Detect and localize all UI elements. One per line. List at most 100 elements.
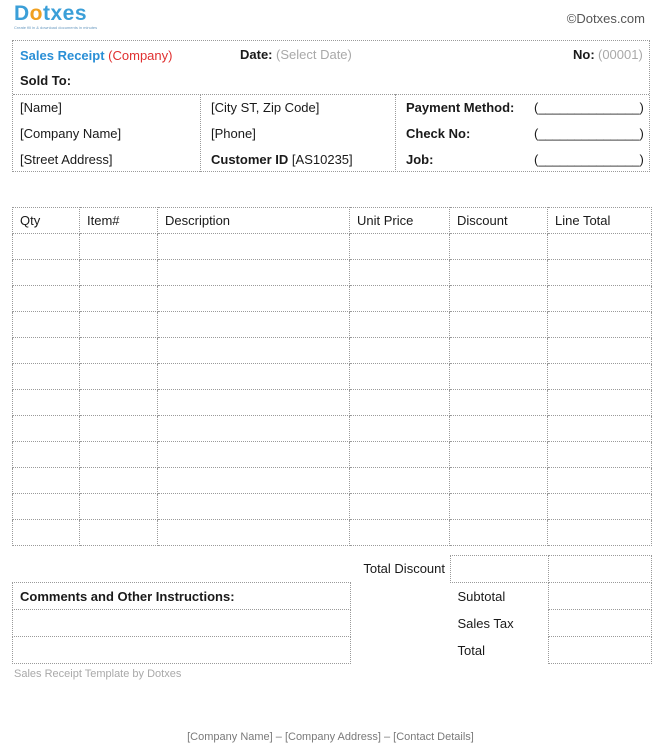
discount-cell[interactable] (449, 519, 548, 546)
description-cell[interactable] (157, 415, 350, 442)
item-cell[interactable] (79, 467, 158, 494)
customer-phone-field[interactable]: [Phone] (211, 126, 256, 141)
unit-price-cell[interactable] (349, 311, 450, 338)
item-cell[interactable] (79, 311, 158, 338)
item-cell[interactable] (79, 519, 158, 546)
customer-street-field[interactable]: [Street Address] (20, 152, 113, 167)
description-cell[interactable] (157, 493, 350, 520)
payment-method-field[interactable]: (______________) (534, 100, 644, 115)
qty-cell[interactable] (12, 311, 80, 338)
unit-price-cell[interactable] (349, 415, 450, 442)
discount-cell[interactable] (449, 389, 548, 416)
customer-id-label: Customer ID (211, 152, 289, 167)
line-total-cell[interactable] (547, 363, 652, 390)
line-total-cell[interactable] (547, 259, 652, 286)
qty-cell[interactable] (12, 467, 80, 494)
description-cell[interactable] (157, 519, 350, 546)
line-total-cell[interactable] (547, 285, 652, 312)
line-total-cell[interactable] (547, 493, 652, 520)
table-row (12, 415, 652, 442)
item-cell[interactable] (79, 441, 158, 468)
item-cell[interactable] (79, 285, 158, 312)
total-label: Total (457, 642, 485, 658)
comments-line[interactable] (12, 636, 351, 664)
discount-cell[interactable] (449, 467, 548, 494)
discount-cell[interactable] (449, 233, 548, 260)
item-cell[interactable] (79, 337, 158, 364)
qty-cell[interactable] (12, 233, 80, 260)
subtotal-cell[interactable] (548, 582, 652, 610)
description-cell[interactable] (157, 311, 350, 338)
description-cell[interactable] (157, 467, 350, 494)
totals-section: Total Discount Comments and Other Instru… (12, 555, 652, 664)
table-row (12, 519, 652, 546)
line-total-cell[interactable] (547, 233, 652, 260)
receipt-number-field[interactable]: (00001) (598, 47, 643, 62)
unit-price-cell[interactable] (349, 467, 450, 494)
unit-price-cell[interactable] (349, 519, 450, 546)
line-total-cell[interactable] (547, 337, 652, 364)
line-total-cell[interactable] (547, 389, 652, 416)
customer-company-field[interactable]: [Company Name] (20, 126, 121, 141)
discount-cell[interactable] (449, 415, 548, 442)
table-header-row: Qty Item# Description Unit Price Discoun… (12, 207, 652, 234)
line-total-cell[interactable] (547, 519, 652, 546)
description-cell[interactable] (157, 285, 350, 312)
qty-cell[interactable] (12, 519, 80, 546)
unit-price-cell[interactable] (349, 363, 450, 390)
item-cell[interactable] (79, 233, 158, 260)
total-discount-total-cell[interactable] (548, 555, 652, 583)
customer-name-field[interactable]: [Name] (20, 100, 62, 115)
unit-price-cell[interactable] (349, 493, 450, 520)
customer-city-field[interactable]: [City ST, Zip Code] (211, 100, 319, 115)
discount-cell[interactable] (449, 493, 548, 520)
description-cell[interactable] (157, 363, 350, 390)
description-cell[interactable] (157, 233, 350, 260)
unit-price-cell[interactable] (349, 285, 450, 312)
unit-price-cell[interactable] (349, 441, 450, 468)
sales-tax-cell[interactable] (548, 609, 652, 637)
discount-cell[interactable] (449, 259, 548, 286)
comments-line[interactable] (12, 609, 351, 637)
date-field[interactable]: (Select Date) (276, 47, 352, 62)
discount-cell[interactable] (449, 441, 548, 468)
total-discount-cell[interactable] (450, 555, 549, 583)
description-cell[interactable] (157, 259, 350, 286)
unit-price-cell[interactable] (349, 233, 450, 260)
line-total-cell[interactable] (547, 311, 652, 338)
unit-price-cell[interactable] (349, 337, 450, 364)
item-cell[interactable] (79, 493, 158, 520)
item-cell[interactable] (79, 259, 158, 286)
description-cell[interactable] (157, 441, 350, 468)
qty-cell[interactable] (12, 493, 80, 520)
item-cell[interactable] (79, 389, 158, 416)
discount-cell[interactable] (449, 363, 548, 390)
qty-cell[interactable] (12, 285, 80, 312)
column-header-description: Description (157, 207, 350, 234)
line-total-cell[interactable] (547, 441, 652, 468)
check-no-field[interactable]: (______________) (534, 126, 644, 141)
total-cell[interactable] (548, 636, 652, 664)
line-total-cell[interactable] (547, 415, 652, 442)
unit-price-cell[interactable] (349, 259, 450, 286)
check-no-label: Check No: (406, 126, 471, 141)
item-cell[interactable] (79, 363, 158, 390)
qty-cell[interactable] (12, 259, 80, 286)
discount-cell[interactable] (449, 337, 548, 364)
divider (395, 94, 396, 172)
qty-cell[interactable] (12, 441, 80, 468)
sales-tax-label: Sales Tax (457, 615, 514, 631)
qty-cell[interactable] (12, 337, 80, 364)
qty-cell[interactable] (12, 415, 80, 442)
item-cell[interactable] (79, 415, 158, 442)
job-field[interactable]: (______________) (534, 152, 644, 167)
discount-cell[interactable] (449, 311, 548, 338)
description-cell[interactable] (157, 337, 350, 364)
line-total-cell[interactable] (547, 467, 652, 494)
qty-cell[interactable] (12, 363, 80, 390)
discount-cell[interactable] (449, 285, 548, 312)
customer-id-field[interactable]: [AS10235] (292, 152, 353, 167)
unit-price-cell[interactable] (349, 389, 450, 416)
description-cell[interactable] (157, 389, 350, 416)
qty-cell[interactable] (12, 389, 80, 416)
